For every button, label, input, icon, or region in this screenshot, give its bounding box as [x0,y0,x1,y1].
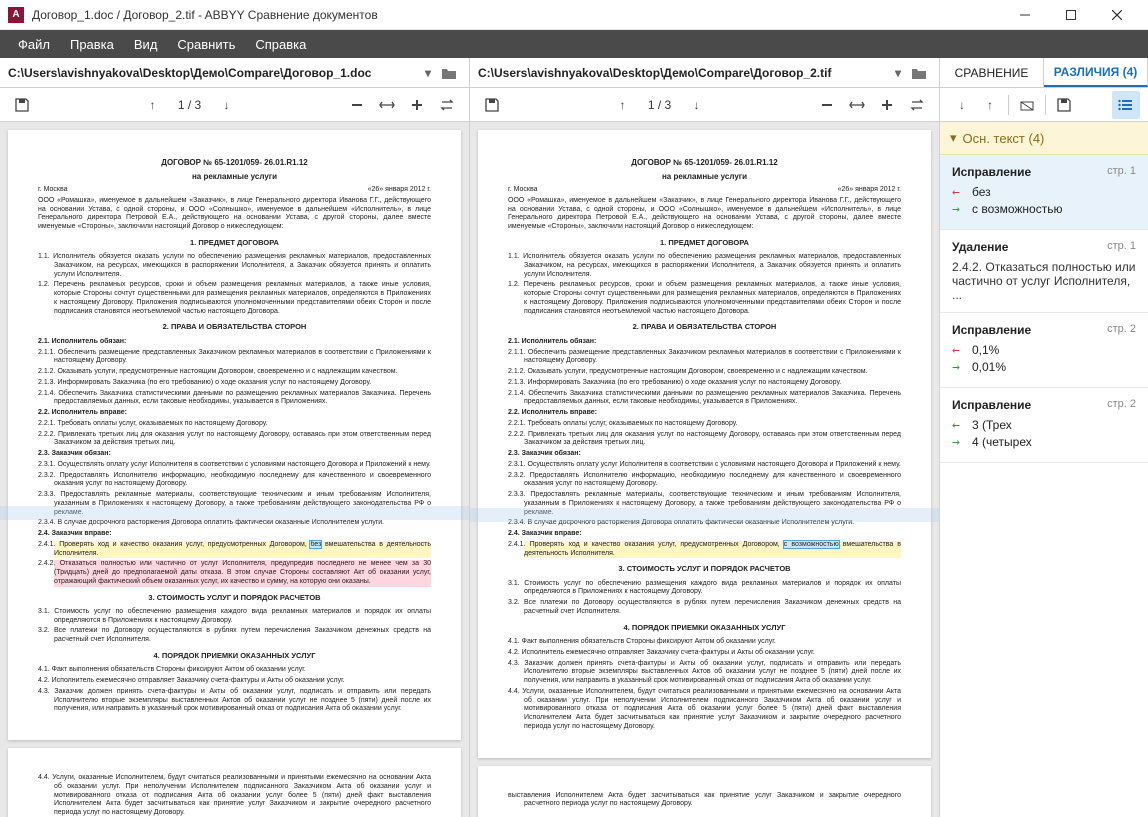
left-zoom-in-icon[interactable] [403,91,431,119]
menu-edit[interactable]: Правка [60,30,124,58]
arrow-left-icon: ← [952,343,966,358]
diff-prev-icon[interactable]: ↓ [948,91,976,119]
right-next-page-icon[interactable]: ↓ [683,91,711,119]
diff-list-view-icon[interactable] [1112,91,1140,119]
left-file-path: C:\Users\avishnyakova\Desktop\Демо\Compa… [8,66,419,80]
tab-differences[interactable]: РАЗЛИЧИЯ (4) [1044,58,1148,87]
left-document-pane[interactable]: ДОГОВОР № 65-1201/059- 26.01.R1.12 на ре… [0,122,470,817]
left-save-button[interactable] [8,91,36,119]
diff-next-icon[interactable]: ↑ [976,91,1004,119]
right-save-button[interactable] [478,91,506,119]
maximize-button[interactable] [1048,0,1094,30]
diff-save-icon[interactable] [1050,91,1078,119]
diff-group-header[interactable]: ▾ Осн. текст (4) [940,122,1148,155]
diff-card-3[interactable]: Исправлениестр. 2 ←0,1% →0,01% [940,313,1148,388]
menu-file[interactable]: Файл [8,30,60,58]
diff-highlight-left: без [310,541,321,548]
arrow-right-icon: → [952,202,966,217]
menu-view[interactable]: Вид [124,30,168,58]
diff-ignore-icon[interactable] [1013,91,1041,119]
right-document-pane[interactable]: ДОГОВОР № 65-1201/059- 26.01.R1.12 на ре… [470,122,940,817]
right-fit-width-icon[interactable] [843,91,871,119]
arrow-right-icon: → [952,360,966,375]
right-page-1: ДОГОВОР № 65-1201/059- 26.01.R1.12 на ре… [478,130,931,758]
left-page-indicator: 1 / 3 [175,98,205,112]
pathbar: C:\Users\avishnyakova\Desktop\Демо\Compa… [0,58,1148,88]
left-page-1: ДОГОВОР № 65-1201/059- 26.01.R1.12 на ре… [8,130,461,740]
app-icon: А [8,7,24,23]
left-path-dropdown[interactable]: ▾ [419,66,437,80]
window-title: Договор_1.doc / Договор_2.tif - ABBYY Ср… [32,8,1002,22]
right-file-path: C:\Users\avishnyakova\Desktop\Демо\Compa… [478,66,889,80]
right-swap-icon[interactable] [903,91,931,119]
left-page-2: 4.4. Услуги, оказанные Исполнителем, буд… [8,748,461,817]
diff-highlight-right: с возможностью [784,541,839,548]
menu-compare[interactable]: Сравнить [167,30,245,58]
arrow-right-icon: → [952,435,966,450]
right-open-folder-icon[interactable] [907,63,931,83]
right-prev-page-icon[interactable]: ↑ [609,91,637,119]
right-page-2: выставления Исполнителем Акта будет засч… [478,766,931,817]
left-swap-icon[interactable] [433,91,461,119]
left-fit-width-icon[interactable] [373,91,401,119]
deletion-highlight: 2.4.2. Отказаться полностью или частично… [54,560,431,586]
minimize-button[interactable] [1002,0,1048,30]
arrow-left-icon: ← [952,418,966,433]
diff-card-4[interactable]: Исправлениестр. 2 ←3 (Трех →4 (четырех [940,388,1148,463]
left-prev-page-icon[interactable]: ↑ [139,91,167,119]
left-zoom-out-icon[interactable] [343,91,371,119]
main-area: ДОГОВОР № 65-1201/059- 26.01.R1.12 на ре… [0,122,1148,817]
titlebar: А Договор_1.doc / Договор_2.tif - ABBYY … [0,0,1148,30]
right-page-indicator: 1 / 3 [645,98,675,112]
tab-compare[interactable]: СРАВНЕНИЕ [940,58,1044,87]
right-zoom-in-icon[interactable] [873,91,901,119]
right-zoom-out-icon[interactable] [813,91,841,119]
differences-panel: ▾ Осн. текст (4) Исправлениестр. 1 ←без … [940,122,1148,817]
menu-help[interactable]: Справка [245,30,316,58]
collapse-icon: ▾ [950,130,957,146]
close-button[interactable] [1094,0,1140,30]
diff-card-1[interactable]: Исправлениестр. 1 ←без →с возможностью [940,155,1148,230]
left-next-page-icon[interactable]: ↓ [213,91,241,119]
left-open-folder-icon[interactable] [437,63,461,83]
toolbar: ↑ 1 / 3 ↓ ↑ 1 / 3 ↓ ↓ ↑ [0,88,1148,122]
diff-card-2[interactable]: Удалениестр. 1 2.4.2. Отказаться полност… [940,230,1148,313]
right-path-dropdown[interactable]: ▾ [889,66,907,80]
menubar: Файл Правка Вид Сравнить Справка [0,30,1148,58]
arrow-left-icon: ← [952,185,966,200]
